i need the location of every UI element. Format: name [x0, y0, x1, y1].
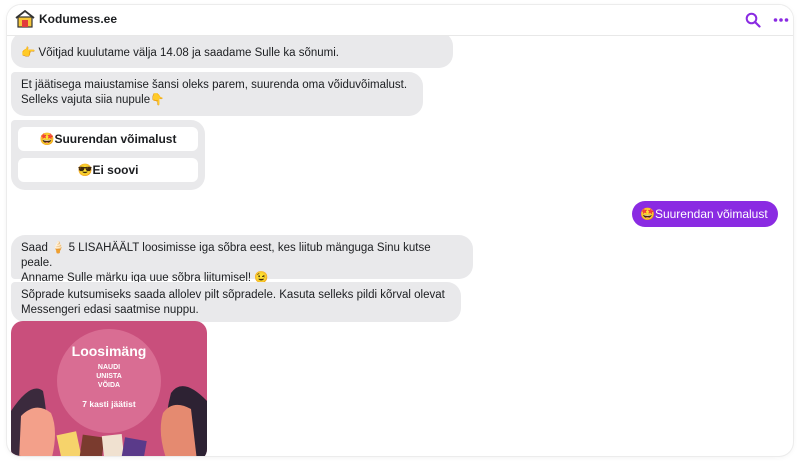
promo-title: Loosimäng: [71, 343, 147, 359]
promo-tagline: NAUDI UNISTA VÕIDA: [11, 363, 207, 390]
house-logo-icon: [15, 10, 35, 28]
button-label: Ei soovi: [92, 163, 139, 177]
quick-reply-panel: 🤩 Suurendan võimalust 😎 Ei soovi: [11, 120, 205, 190]
message-text: 5 LISAHÄÄLT loosimisse iga sõbra eest, k…: [21, 242, 431, 269]
page-title: Kodumess.ee: [39, 12, 118, 26]
message-bubble: Sõprade kutsumiseks saada allolev pilt s…: [11, 282, 461, 322]
chat-window: Kodumess.ee 👉 Võitjad kuulutame välja 14…: [7, 5, 793, 456]
message-list: 👉 Võitjad kuulutame välja 14.08 ja saada…: [7, 36, 793, 456]
more-options-icon[interactable]: [770, 9, 792, 31]
star-eyes-emoji-icon: 🤩: [39, 132, 55, 146]
message-bubble: Saad 🍦 5 LISAHÄÄLT loosimisse iga sõbra …: [11, 235, 473, 284]
message-text: Suurendan võimalust: [654, 207, 768, 221]
pointing-down-emoji-icon: 👇: [150, 94, 165, 106]
message-text: Võitjad kuulutame välja 14.08 ja saadame…: [38, 47, 339, 59]
promo-line: VÕIDA: [97, 382, 121, 389]
promo-line: UNISTA: [96, 373, 122, 380]
promo-image[interactable]: Loosimäng NAUDI UNISTA VÕIDA 7 kasti jää…: [11, 321, 207, 456]
message-text: Messengeri edasi saatmise nuppu.: [21, 304, 199, 316]
button-label: Suurendan võimalust: [54, 132, 177, 146]
promo-line: NAUDI: [97, 364, 121, 371]
ice-cream-emoji-icon: 🍦: [51, 242, 66, 254]
message-text: Sõprade kutsumiseks saada allolev pilt s…: [21, 289, 445, 301]
message-text: Saad: [21, 242, 52, 254]
message-bubble: 👉 Võitjad kuulutame välja 14.08 ja saada…: [11, 36, 453, 68]
pointing-right-emoji-icon: 👉: [21, 47, 36, 59]
chat-header: Kodumess.ee: [7, 5, 793, 36]
outgoing-message[interactable]: 🤩 Suurendan võimalust: [632, 201, 778, 227]
promo-prize: 7 kasti jäätist: [82, 399, 136, 409]
decline-button[interactable]: 😎 Ei soovi: [18, 158, 198, 182]
message-bubble: Et jäätisega maiustamise šansi oleks par…: [11, 72, 423, 116]
sunglasses-emoji-icon: 😎: [77, 163, 93, 177]
search-icon[interactable]: [742, 9, 764, 31]
message-text: Selleks vajuta siia nupule: [21, 94, 151, 106]
message-text: Et jäätisega maiustamise šansi oleks par…: [21, 79, 408, 91]
star-eyes-emoji-icon: 🤩: [640, 207, 655, 221]
increase-chance-button[interactable]: 🤩 Suurendan võimalust: [18, 127, 198, 151]
